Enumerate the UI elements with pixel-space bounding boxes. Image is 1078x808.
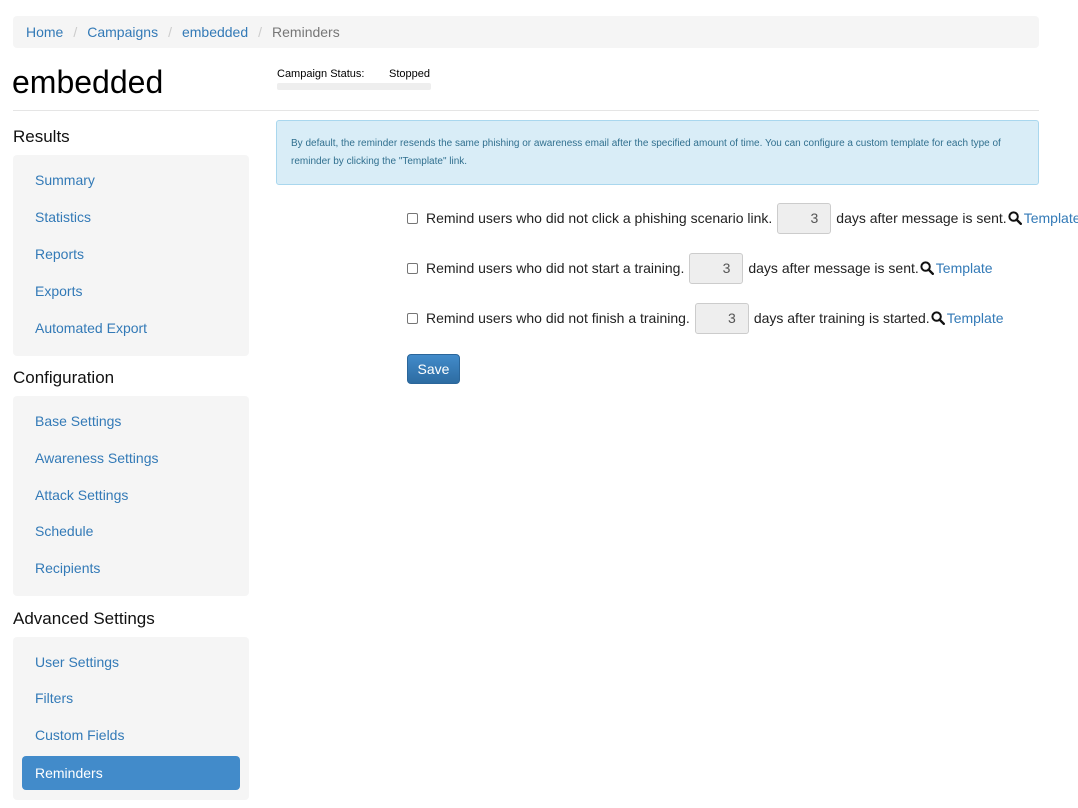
nav-item-reports[interactable]: Reports bbox=[22, 237, 240, 271]
reminder-start-template-link[interactable]: Template bbox=[936, 260, 993, 276]
save-button[interactable]: Save bbox=[407, 354, 460, 384]
campaign-status: Campaign Status: Stopped bbox=[277, 66, 431, 90]
reminder-click-suffix: days after message is sent. bbox=[836, 210, 1007, 226]
search-icon bbox=[931, 311, 945, 325]
reminder-finish-label: Remind users who did not finish a traini… bbox=[426, 310, 690, 326]
reminder-start-suffix: days after message is sent. bbox=[748, 260, 919, 276]
reminder-click-checkbox[interactable] bbox=[407, 212, 418, 224]
campaign-status-bar bbox=[277, 83, 431, 90]
nav-item-awareness-settings[interactable]: Awareness Settings bbox=[22, 441, 240, 475]
nav-panel-advanced: User Settings Filters Custom Fields Remi… bbox=[13, 637, 249, 800]
breadcrumb: Home / Campaigns / embedded / Reminders bbox=[13, 16, 1039, 48]
page-title: embedded bbox=[12, 64, 164, 100]
reminder-start-label: Remind users who did not start a trainin… bbox=[426, 260, 685, 276]
info-alert: By default, the reminder resends the sam… bbox=[276, 120, 1039, 185]
campaign-status-value: Stopped bbox=[389, 68, 430, 80]
nav-item-filters[interactable]: Filters bbox=[22, 681, 240, 715]
search-icon bbox=[920, 261, 934, 275]
header-divider bbox=[13, 110, 1039, 111]
campaign-status-label: Campaign Status: bbox=[277, 68, 365, 80]
reminder-finish-template-link[interactable]: Template bbox=[947, 310, 1004, 326]
reminder-finish-suffix: days after training is started. bbox=[753, 310, 930, 326]
reminder-row-click: Remind users who did not click a phishin… bbox=[407, 202, 1078, 234]
nav-item-attack-settings[interactable]: Attack Settings bbox=[22, 478, 240, 512]
reminder-click-label: Remind users who did not click a phishin… bbox=[426, 210, 773, 226]
breadcrumb-separator: / bbox=[258, 24, 263, 40]
nav-item-statistics[interactable]: Statistics bbox=[22, 200, 240, 234]
nav-item-summary[interactable]: Summary bbox=[22, 163, 240, 197]
nav-item-exports[interactable]: Exports bbox=[22, 274, 240, 308]
sidebar-heading-advanced: Advanced Settings bbox=[13, 609, 155, 628]
breadcrumb-home[interactable]: Home bbox=[26, 24, 63, 40]
reminder-click-template-link[interactable]: Template bbox=[1024, 210, 1078, 226]
sidebar-heading-results: Results bbox=[13, 127, 70, 146]
reminder-row-finish-training: Remind users who did not finish a traini… bbox=[407, 302, 1004, 334]
nav-item-schedule[interactable]: Schedule bbox=[22, 514, 240, 548]
sidebar-heading-configuration: Configuration bbox=[13, 368, 115, 387]
reminder-row-start-training: Remind users who did not start a trainin… bbox=[407, 252, 993, 284]
nav-panel-configuration: Base Settings Awareness Settings Attack … bbox=[13, 396, 249, 596]
nav-panel-results: Summary Statistics Reports Exports Autom… bbox=[13, 155, 249, 356]
reminder-finish-checkbox[interactable] bbox=[407, 312, 418, 324]
reminder-start-days-input[interactable] bbox=[689, 252, 744, 284]
reminder-click-days-input[interactable] bbox=[777, 202, 832, 234]
nav-item-user-settings[interactable]: User Settings bbox=[22, 645, 240, 679]
nav-item-base-settings[interactable]: Base Settings bbox=[22, 404, 240, 438]
reminder-start-checkbox[interactable] bbox=[407, 262, 418, 274]
breadcrumb-campaigns[interactable]: Campaigns bbox=[87, 24, 158, 40]
nav-item-reminders[interactable]: Reminders bbox=[22, 756, 240, 790]
breadcrumb-separator: / bbox=[73, 24, 78, 40]
nav-item-automated-export[interactable]: Automated Export bbox=[22, 311, 240, 345]
breadcrumb-campaign[interactable]: embedded bbox=[182, 24, 248, 40]
breadcrumb-current: Reminders bbox=[272, 24, 340, 40]
nav-item-recipients[interactable]: Recipients bbox=[22, 551, 240, 585]
nav-item-custom-fields[interactable]: Custom Fields bbox=[22, 718, 240, 752]
reminder-finish-days-input[interactable] bbox=[694, 302, 749, 334]
search-icon bbox=[1008, 211, 1022, 225]
breadcrumb-separator: / bbox=[168, 24, 172, 40]
